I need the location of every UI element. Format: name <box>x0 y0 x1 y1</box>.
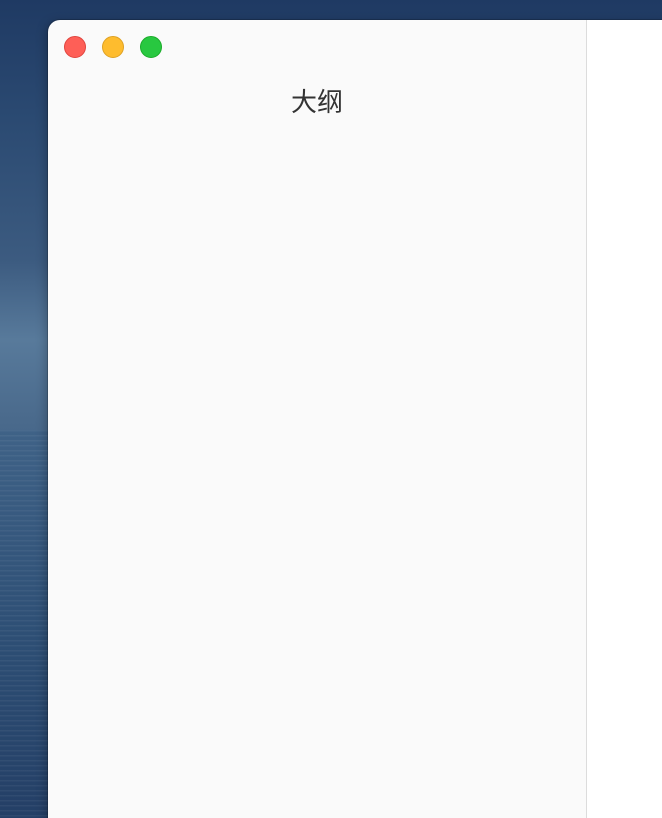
outline-sidebar: 大纲 <box>48 20 587 818</box>
app-window: 大纲 <box>48 20 662 818</box>
sidebar-title: 大纲 <box>290 88 343 118</box>
close-icon[interactable] <box>64 36 86 58</box>
minimize-icon[interactable] <box>102 36 124 58</box>
window-controls <box>64 36 162 58</box>
editor-content-area[interactable] <box>587 20 662 818</box>
zoom-icon[interactable] <box>140 36 162 58</box>
